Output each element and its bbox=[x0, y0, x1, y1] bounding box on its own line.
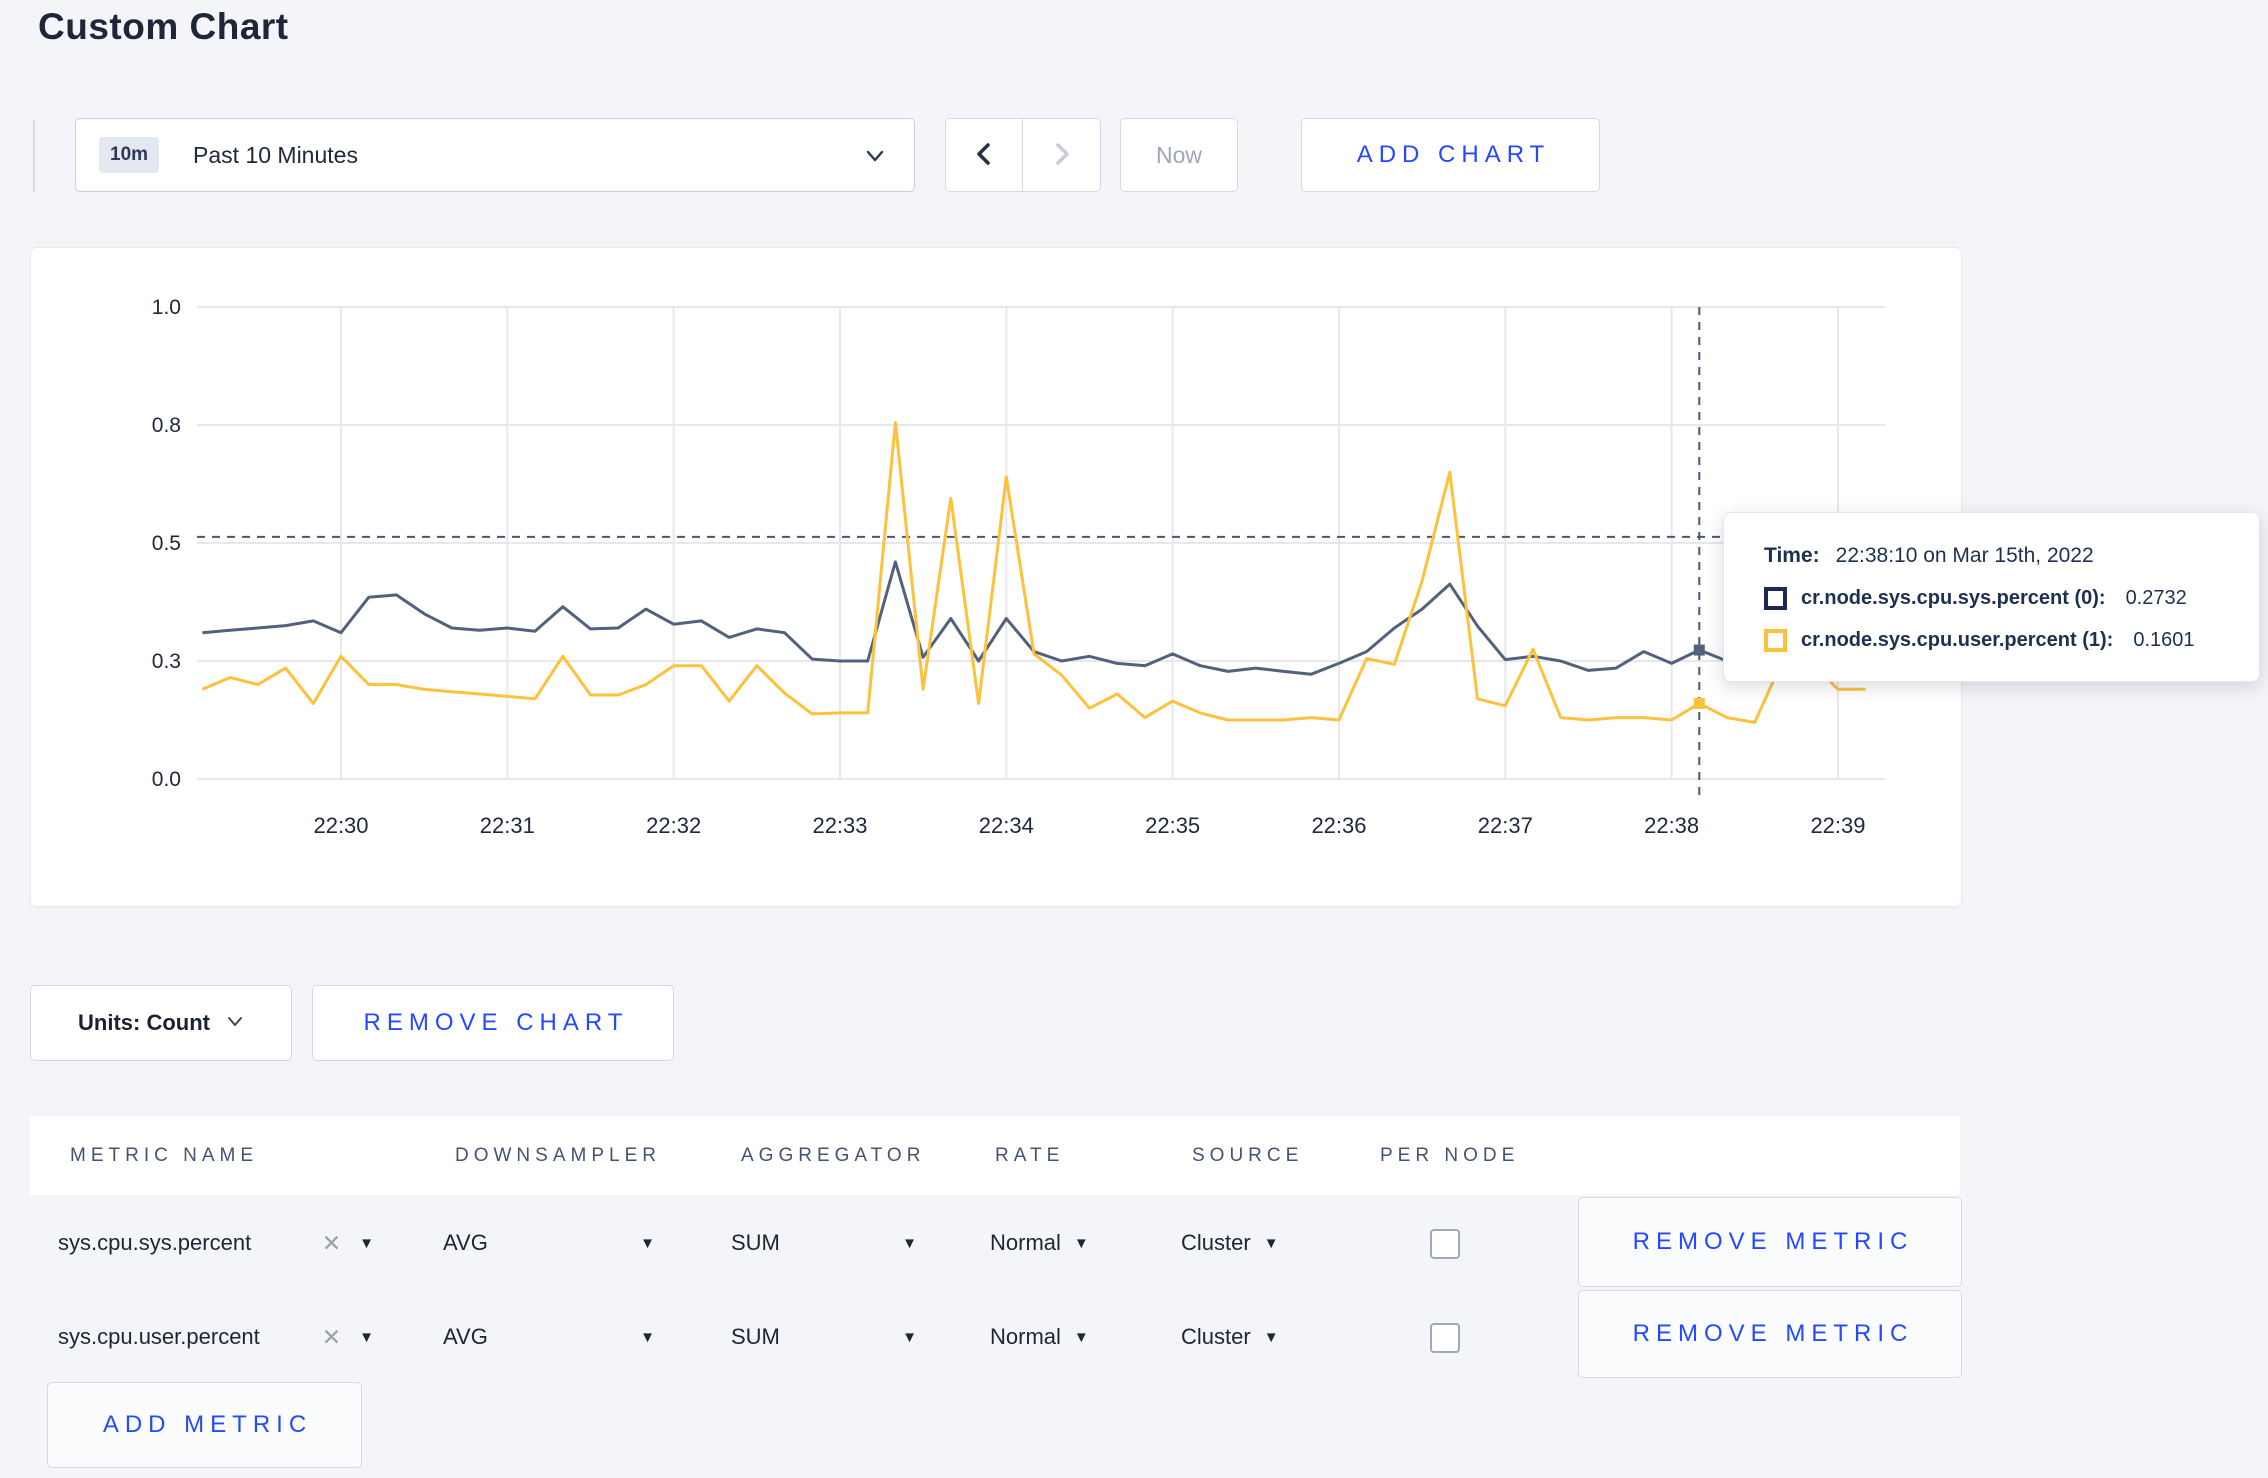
clear-metric-icon[interactable]: ✕ bbox=[322, 1230, 341, 1257]
svg-text:22:36: 22:36 bbox=[1311, 813, 1366, 838]
tooltip-time-row: Time: 22:38:10 on Mar 15th, 2022 bbox=[1764, 544, 2229, 568]
sys-series-swatch-icon bbox=[1764, 587, 1787, 610]
source-value: Cluster bbox=[1181, 1230, 1251, 1255]
svg-text:22:32: 22:32 bbox=[646, 813, 701, 838]
clear-metric-icon[interactable]: ✕ bbox=[322, 1324, 341, 1351]
now-button[interactable]: Now bbox=[1120, 118, 1238, 192]
caret-down-icon: ▼ bbox=[359, 1328, 374, 1346]
source-select[interactable]: Cluster ▼ bbox=[1181, 1290, 1279, 1384]
caret-down-icon: ▼ bbox=[902, 1328, 917, 1346]
metrics-line-chart[interactable]: 0.0 0.3 0.5 0.8 1.0 22:30 22:31 22:32 22:33 22:34… bbox=[31, 248, 1961, 906]
tooltip-series-row: cr.node.sys.cpu.user.percent (1): 0.1601 bbox=[1764, 629, 2229, 652]
tooltip-time-value: 22:38:10 on Mar 15th, 2022 bbox=[1835, 544, 2094, 567]
units-label: Units: Count bbox=[78, 1010, 210, 1035]
tooltip-series-value: 0.2732 bbox=[2125, 587, 2187, 609]
downsampler-select[interactable]: AVG ▼ bbox=[443, 1290, 655, 1384]
chevron-down-icon bbox=[226, 1010, 244, 1036]
svg-text:0.8: 0.8 bbox=[152, 414, 181, 437]
svg-text:0.3: 0.3 bbox=[152, 650, 181, 673]
time-window-label: Past 10 Minutes bbox=[193, 141, 358, 168]
aggregator-select[interactable]: SUM ▼ bbox=[731, 1290, 917, 1384]
caret-down-icon: ▼ bbox=[640, 1328, 655, 1346]
source-select[interactable]: Cluster ▼ bbox=[1181, 1196, 1279, 1290]
metric-name-value: sys.cpu.user.percent bbox=[58, 1324, 260, 1349]
caret-down-icon: ▼ bbox=[359, 1234, 374, 1252]
add-metric-button[interactable]: ADD METRIC bbox=[47, 1382, 362, 1468]
svg-text:22:31: 22:31 bbox=[480, 813, 535, 838]
page-title: Custom Chart bbox=[38, 6, 289, 47]
tooltip-series-label: cr.node.sys.cpu.user.percent (1): bbox=[1801, 629, 2114, 651]
caret-down-icon: ▼ bbox=[640, 1234, 655, 1252]
add-chart-button[interactable]: ADD CHART bbox=[1301, 118, 1600, 192]
chevron-left-icon bbox=[972, 140, 996, 171]
caret-down-icon: ▼ bbox=[1263, 1234, 1279, 1252]
custom-chart-page: Custom Chart 10m Past 10 Minutes Now ADD… bbox=[0, 0, 2268, 1478]
chart-tooltip: Time: 22:38:10 on Mar 15th, 2022 cr.node.… bbox=[1723, 512, 2260, 682]
tooltip-series-row: cr.node.sys.cpu.sys.percent (0): 0.2732 bbox=[1764, 587, 2229, 610]
caret-down-icon: ▼ bbox=[1073, 1328, 1089, 1346]
column-header-source: SOURCE bbox=[1192, 1144, 1304, 1166]
svg-text:22:38: 22:38 bbox=[1644, 813, 1699, 838]
svg-text:22:33: 22:33 bbox=[812, 813, 867, 838]
per-node-checkbox[interactable] bbox=[1430, 1229, 1460, 1259]
column-header-downsampler: DOWNSAMPLER bbox=[455, 1144, 661, 1166]
svg-text:22:34: 22:34 bbox=[979, 813, 1034, 838]
source-value: Cluster bbox=[1181, 1324, 1251, 1349]
metric-name-select[interactable]: sys.cpu.sys.percent ✕ ▼ bbox=[58, 1196, 374, 1290]
time-window-badge: 10m bbox=[99, 137, 160, 173]
tooltip-series-value: 0.1601 bbox=[2133, 629, 2195, 651]
chevron-right-icon bbox=[1050, 140, 1074, 171]
downsampler-value: AVG bbox=[443, 1324, 488, 1349]
user-series-swatch-icon bbox=[1764, 629, 1787, 652]
caret-down-icon: ▼ bbox=[1073, 1234, 1089, 1252]
prev-time-button[interactable] bbox=[946, 119, 1023, 191]
per-node-checkbox[interactable] bbox=[1430, 1323, 1460, 1353]
column-header-rate: RATE bbox=[995, 1144, 1065, 1166]
next-time-button[interactable] bbox=[1023, 119, 1100, 191]
time-step-buttons bbox=[945, 118, 1101, 192]
time-window-dropdown[interactable]: 10m Past 10 Minutes bbox=[75, 118, 915, 192]
metrics-table-header: METRIC NAME DOWNSAMPLER AGGREGATOR RATE … bbox=[30, 1116, 1960, 1195]
tooltip-time-label: Time: bbox=[1764, 544, 1820, 567]
downsampler-select[interactable]: AVG ▼ bbox=[443, 1196, 655, 1290]
remove-chart-button[interactable]: REMOVE CHART bbox=[312, 985, 674, 1061]
svg-text:22:35: 22:35 bbox=[1145, 813, 1200, 838]
svg-text:0.5: 0.5 bbox=[152, 532, 181, 555]
chart-card: 0.0 0.3 0.5 0.8 1.0 22:30 22:31 22:32 22:33 22:34… bbox=[30, 247, 1962, 907]
metric-name-value: sys.cpu.sys.percent bbox=[58, 1230, 252, 1255]
svg-text:22:30: 22:30 bbox=[313, 813, 368, 838]
svg-text:22:39: 22:39 bbox=[1810, 813, 1865, 838]
column-header-metric-name: METRIC NAME bbox=[70, 1144, 258, 1166]
caret-down-icon: ▼ bbox=[902, 1234, 917, 1252]
tooltip-series-label: cr.node.sys.cpu.sys.percent (0): bbox=[1801, 587, 2106, 609]
aggregator-select[interactable]: SUM ▼ bbox=[731, 1196, 917, 1290]
svg-text:0.0: 0.0 bbox=[152, 768, 181, 791]
column-header-per-node: PER NODE bbox=[1380, 1144, 1520, 1166]
chevron-down-icon bbox=[864, 145, 886, 172]
aggregator-value: SUM bbox=[731, 1230, 780, 1255]
units-dropdown[interactable]: Units: Count bbox=[30, 985, 292, 1061]
metric-name-select[interactable]: sys.cpu.user.percent ✕ ▼ bbox=[58, 1290, 374, 1384]
svg-text:1.0: 1.0 bbox=[152, 296, 181, 319]
rate-select[interactable]: Normal ▼ bbox=[990, 1290, 1089, 1384]
caret-down-icon: ▼ bbox=[1263, 1328, 1279, 1346]
rate-value: Normal bbox=[990, 1230, 1061, 1255]
downsampler-value: AVG bbox=[443, 1230, 488, 1255]
svg-text:22:37: 22:37 bbox=[1478, 813, 1533, 838]
remove-metric-button[interactable]: REMOVE METRIC bbox=[1578, 1197, 1962, 1287]
remove-metric-button[interactable]: REMOVE METRIC bbox=[1578, 1290, 1962, 1378]
aggregator-value: SUM bbox=[731, 1324, 780, 1349]
rate-select[interactable]: Normal ▼ bbox=[990, 1196, 1089, 1290]
column-header-aggregator: AGGREGATOR bbox=[741, 1144, 926, 1166]
rate-value: Normal bbox=[990, 1324, 1061, 1349]
toolbar-left-divider bbox=[33, 120, 35, 192]
